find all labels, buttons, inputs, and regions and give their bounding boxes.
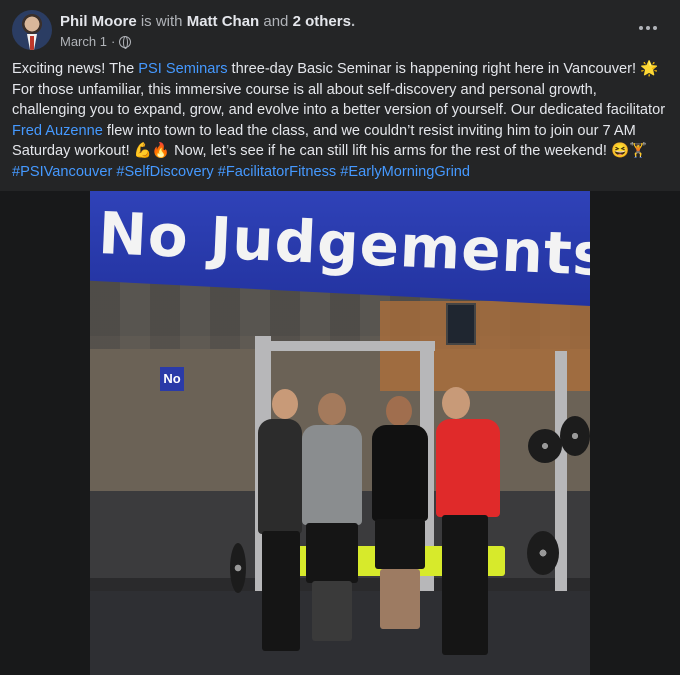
weight-plate	[528, 429, 562, 463]
text-part-1: Exciting news! The	[12, 61, 139, 77]
tagged-person-link[interactable]: Matt Chan	[187, 13, 260, 30]
post-meta: March 1 ·	[60, 34, 132, 49]
text-part-3: flew into town to lead the class, and we…	[12, 122, 648, 160]
weight-plate	[560, 416, 590, 456]
psi-seminars-link[interactable]: PSI Seminars	[138, 61, 227, 77]
hashtag-link[interactable]: #PSIVancouver	[12, 164, 112, 180]
weight-plate	[230, 543, 246, 593]
others-link[interactable]: 2 others.	[293, 13, 356, 30]
author-name-link[interactable]: Phil Moore	[60, 13, 137, 30]
facilitator-link[interactable]: Fred Auzenne	[12, 123, 103, 139]
post-authors-line: Phil Moore is with Matt Chan and 2 other…	[60, 13, 355, 30]
author-avatar[interactable]	[12, 10, 52, 50]
post-card: Phil Moore is with Matt Chan and 2 other…	[0, 0, 680, 675]
with-text: is with	[140, 13, 183, 30]
and-text: and	[263, 13, 289, 30]
hashtag-link[interactable]: #EarlyMorningGrind	[340, 164, 470, 180]
post-text: Exciting news! The PSI Seminars three-da…	[12, 59, 668, 182]
tv-monitor	[446, 303, 476, 345]
rack-bar	[255, 341, 435, 351]
globe-icon	[119, 35, 132, 49]
post-header: Phil Moore is with Matt Chan and 2 other…	[12, 10, 668, 54]
small-sign: No	[160, 367, 184, 391]
post-media: No Judgements No	[0, 191, 680, 675]
post-date-link[interactable]: March 1	[60, 34, 107, 49]
hashtag-link[interactable]: #SelfDiscovery	[116, 164, 213, 180]
date-separator: ·	[110, 34, 116, 49]
gym-photo[interactable]: No Judgements No	[90, 191, 590, 675]
hashtag-link[interactable]: #FacilitatorFitness	[218, 164, 336, 180]
weight-plate	[527, 531, 559, 575]
more-options-icon[interactable]	[636, 18, 660, 38]
